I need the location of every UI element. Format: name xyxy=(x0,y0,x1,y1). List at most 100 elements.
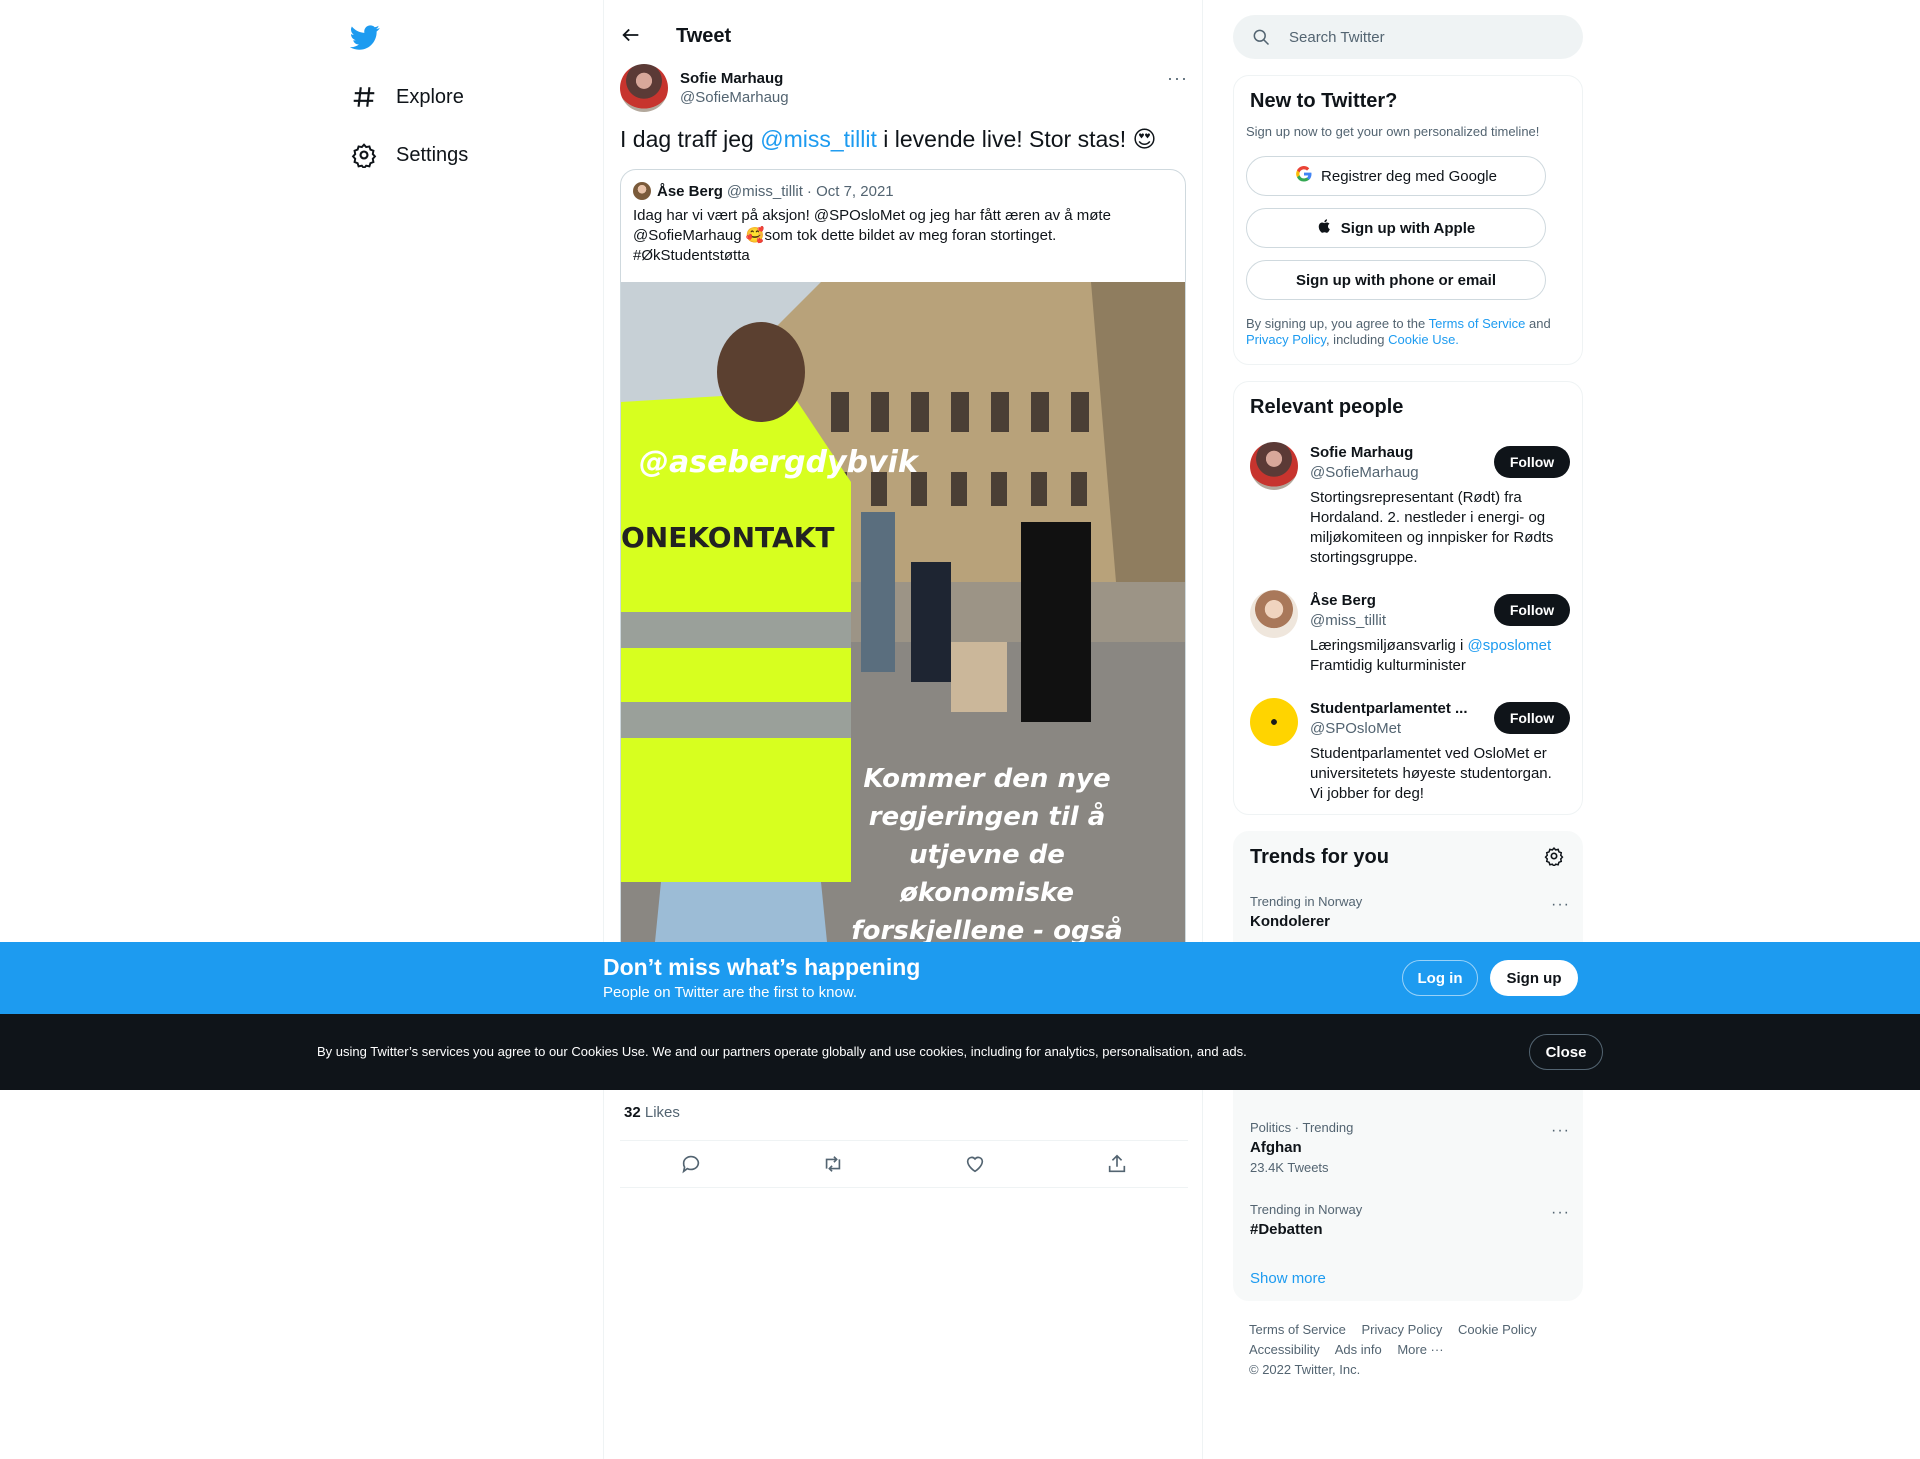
person-avatar[interactable] xyxy=(1250,442,1298,490)
nav-settings-label: Settings xyxy=(396,143,469,166)
signup-button[interactable]: Sign up xyxy=(1490,960,1578,996)
privacy-link[interactable]: Privacy Policy xyxy=(1246,332,1326,347)
person-bio-text: Læringsmiljøansvarlig i xyxy=(1310,637,1468,654)
footer-links: Terms of Service Privacy Policy Cookie P… xyxy=(1249,1320,1579,1380)
likes-count[interactable]: 32 Likes xyxy=(624,1104,680,1121)
relevant-people-card: Relevant people Sofie Marhaug @SofieMarh… xyxy=(1233,381,1583,815)
tweet-actions xyxy=(620,1140,1188,1188)
more-options-icon[interactable]: ··· xyxy=(1167,68,1188,89)
quote-avatar xyxy=(633,182,651,200)
gear-icon xyxy=(350,141,378,169)
cookie-banner: By using Twitter’s services you agree to… xyxy=(0,1014,1920,1090)
footer-accessibility-link[interactable]: Accessibility xyxy=(1249,1342,1320,1357)
tweet-text: I dag traff jeg @miss_tillit i levende l… xyxy=(620,124,1188,154)
photo-caption-line: utjevne de xyxy=(909,840,1065,870)
terms-link[interactable]: Terms of Service xyxy=(1429,316,1526,331)
person-handle[interactable]: @SPOsloMet xyxy=(1310,720,1401,737)
page-title: Tweet xyxy=(676,25,732,47)
cookie-close-button[interactable]: Close xyxy=(1529,1034,1603,1070)
google-icon xyxy=(1295,165,1313,187)
follow-button[interactable]: Follow xyxy=(1494,702,1570,734)
legal-text: By signing up, you agree to the xyxy=(1246,316,1429,331)
search-icon xyxy=(1251,27,1271,47)
trend-name: #Debatten xyxy=(1250,1221,1323,1238)
main-column: Tweet Sofie Marhaug @SofieMarhaug ··· I … xyxy=(603,0,1203,1459)
tweet-mention-link[interactable]: @miss_tillit xyxy=(760,126,877,152)
phone-email-signup-button[interactable]: Sign up with phone or email xyxy=(1246,260,1546,300)
nav-explore-label: Explore xyxy=(396,85,464,108)
trend-more-icon[interactable]: ··· xyxy=(1551,896,1570,914)
person-name[interactable]: Sofie Marhaug xyxy=(1310,444,1475,461)
tweet-text-after: i levende live! Stor stas! 😍 xyxy=(876,126,1157,152)
quote-text-line: #ØkStudentstøtta xyxy=(633,247,750,264)
person-bio-text: Framtidig kulturminister xyxy=(1310,657,1466,674)
trend-more-icon[interactable]: ··· xyxy=(1551,1204,1570,1222)
hashtag-icon xyxy=(350,83,378,111)
trend-meta: Trending in Norway xyxy=(1250,1202,1363,1217)
follow-button[interactable]: Follow xyxy=(1494,446,1570,478)
photo-scene: @asebergdybvik ONEKONTAKT Kommer den nye… xyxy=(621,282,1185,968)
cookie-use-link[interactable]: Cookie Use. xyxy=(1388,332,1459,347)
legal-text: and xyxy=(1525,316,1551,331)
signup-prompt-title: Don’t miss what’s happening xyxy=(603,954,921,980)
author-avatar[interactable] xyxy=(620,64,668,112)
quote-header: Åse Berg @miss_tillit · Oct 7, 2021 xyxy=(633,182,894,200)
photo-caption-line: regjeringen til å xyxy=(869,801,1106,832)
share-icon[interactable] xyxy=(1106,1153,1128,1175)
login-button[interactable]: Log in xyxy=(1402,960,1478,996)
reply-icon[interactable] xyxy=(680,1153,702,1175)
quote-text: Idag har vi vært på aksjon! @SPOsloMet o… xyxy=(633,206,1173,266)
apple-signup-label: Sign up with Apple xyxy=(1340,219,1476,237)
tweet-text-before: I dag traff jeg xyxy=(620,126,761,152)
person-avatar[interactable] xyxy=(1250,590,1298,638)
back-arrow-icon[interactable] xyxy=(620,24,646,50)
person-bio-link[interactable]: @sposlomet xyxy=(1468,637,1552,654)
trend-item[interactable]: Politics · Trending Afghan 23.4K Tweets … xyxy=(1250,1120,1570,1175)
footer-copyright: © 2022 Twitter, Inc. xyxy=(1249,1362,1361,1377)
footer-privacy-link[interactable]: Privacy Policy xyxy=(1361,1322,1442,1337)
retweet-icon[interactable] xyxy=(822,1153,844,1175)
nav-settings[interactable]: Settings xyxy=(350,135,468,175)
trends-title: Trends for you xyxy=(1250,846,1389,868)
new-to-twitter-title: New to Twitter? xyxy=(1250,90,1398,112)
author-handle[interactable]: @SofieMarhaug xyxy=(680,89,789,106)
person-name[interactable]: Åse Berg xyxy=(1310,592,1475,609)
relevant-people-title: Relevant people xyxy=(1250,396,1404,418)
person-handle[interactable]: @miss_tillit xyxy=(1310,612,1386,629)
person-bio: Stortingsrepresentant (Rødt) fra Hordala… xyxy=(1310,489,1554,566)
trends-settings-gear-icon[interactable] xyxy=(1544,846,1566,868)
quoted-tweet[interactable]: Åse Berg @miss_tillit · Oct 7, 2021 Idag… xyxy=(620,169,1186,969)
apple-icon xyxy=(1317,217,1333,239)
phone-signup-label: Sign up with phone or email xyxy=(1295,271,1496,289)
google-signup-button[interactable]: Registrer deg med Google xyxy=(1246,156,1546,196)
follow-button[interactable]: Follow xyxy=(1494,594,1570,626)
apple-signup-button[interactable]: Sign up with Apple xyxy=(1246,208,1546,248)
person-name[interactable]: Studentparlamentet ... xyxy=(1310,700,1475,717)
person-handle[interactable]: @SofieMarhaug xyxy=(1310,464,1419,481)
quote-date: · Oct 7, 2021 xyxy=(806,182,894,200)
footer-terms-link[interactable]: Terms of Service xyxy=(1249,1322,1346,1337)
trend-item[interactable]: Trending in Norway #Debatten ··· xyxy=(1250,1202,1570,1238)
signup-prompt-bar: Don’t miss what’s happening People on Tw… xyxy=(0,942,1920,1014)
search-bar[interactable]: Search Twitter xyxy=(1233,15,1583,59)
footer-cookie-link[interactable]: Cookie Policy xyxy=(1458,1322,1537,1337)
trend-item[interactable]: Trending in Norway Kondolerer ··· xyxy=(1250,894,1570,930)
nav-explore[interactable]: Explore xyxy=(350,77,464,117)
trend-more-icon[interactable]: ··· xyxy=(1551,1122,1570,1140)
trend-count: 23.4K Tweets xyxy=(1250,1160,1329,1175)
person-avatar[interactable] xyxy=(1250,698,1298,746)
signup-prompt-subtitle: People on Twitter are the first to know. xyxy=(603,984,858,1001)
signup-legal-text: By signing up, you agree to the Terms of… xyxy=(1246,316,1566,348)
author-name[interactable]: Sofie Marhaug xyxy=(680,70,789,87)
like-heart-icon[interactable] xyxy=(964,1153,986,1175)
show-more-link[interactable]: Show more xyxy=(1250,1270,1326,1287)
footer-more-link[interactable]: More ··· xyxy=(1397,1342,1443,1357)
twitter-logo-icon[interactable] xyxy=(349,22,384,52)
search-input[interactable]: Search Twitter xyxy=(1289,29,1385,46)
trend-meta: Trending in Norway xyxy=(1250,894,1363,909)
quote-author-handle: @miss_tillit xyxy=(726,182,803,200)
quote-photo[interactable]: @asebergdybvik ONEKONTAKT Kommer den nye… xyxy=(621,282,1185,968)
footer-ads-link[interactable]: Ads info xyxy=(1335,1342,1382,1357)
legal-text: , including xyxy=(1325,332,1389,347)
quote-author-name: Åse Berg xyxy=(657,182,723,200)
